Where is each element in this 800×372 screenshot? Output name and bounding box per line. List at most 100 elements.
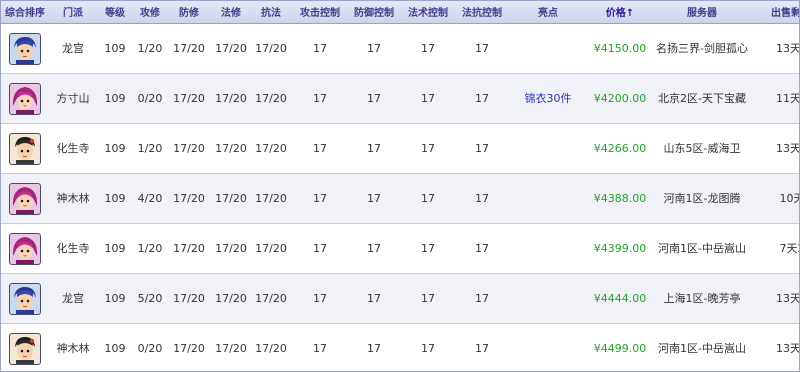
cell-server: 名扬三界-剑胆孤心: [651, 23, 753, 74]
cell-level: 109: [97, 73, 133, 124]
cell-magic-control: 17: [399, 323, 457, 371]
column-header-resist-control[interactable]: 法抗控制: [457, 1, 507, 24]
male-hero-blue-avatar-icon[interactable]: [9, 33, 41, 65]
cell-highlights: [507, 223, 589, 274]
cell-price: ¥4200.00: [589, 73, 651, 124]
cell-resist-control: 17: [457, 273, 507, 324]
cell-remaining-time: 13天10时: [753, 123, 799, 174]
cell-defense-control: 17: [349, 223, 399, 274]
cell-highlights: 锦衣30件: [507, 73, 589, 124]
cell-server: 河南1区-中岳嵩山: [651, 223, 753, 274]
cell-school: 方寸山: [49, 73, 97, 124]
table-row[interactable]: 龙宫 109 1/20 17/20 17/20 17/20 17 17 17 1…: [1, 23, 799, 74]
cell-highlights: [507, 23, 589, 74]
cell-magic-control: 17: [399, 273, 457, 324]
table-row[interactable]: 龙宫 109 5/20 17/20 17/20 17/20 17 17 17 1…: [1, 273, 799, 324]
cell-magic-control: 17: [399, 173, 457, 224]
cell-defense-control: 17: [349, 323, 399, 371]
cell-attack-control: 17: [291, 123, 349, 174]
cell-remaining-time: 13天13时: [753, 273, 799, 324]
cell-attack-control: 17: [291, 23, 349, 74]
column-header-sort[interactable]: 综合排序: [1, 1, 49, 24]
cell-defense-cultivation: 17/20: [167, 123, 211, 174]
column-header-magic-cultivation[interactable]: 法修: [211, 1, 251, 24]
cell-magic-resist: 17/20: [251, 173, 291, 224]
cell-resist-control: 17: [457, 223, 507, 274]
listing-rows: 龙宫 109 1/20 17/20 17/20 17/20 17 17 17 1…: [1, 23, 799, 371]
cell-resist-control: 17: [457, 23, 507, 74]
table-row[interactable]: 化生寺 109 1/20 17/20 17/20 17/20 17 17 17 …: [1, 223, 799, 274]
column-header-remaining-time[interactable]: 出售剩余时间: [753, 1, 799, 24]
cell-magic-control: 17: [399, 73, 457, 124]
cell-level: 109: [97, 23, 133, 74]
cell-magic-resist: 17/20: [251, 323, 291, 371]
cell-magic-control: 17: [399, 223, 457, 274]
cell-resist-control: 17: [457, 123, 507, 174]
cell-magic-control: 17: [399, 23, 457, 74]
cell-magic-cultivation: 17/20: [211, 123, 251, 174]
cell-defense-control: 17: [349, 23, 399, 74]
column-header-defense-cultivation[interactable]: 防修: [167, 1, 211, 24]
cell-attack-control: 17: [291, 173, 349, 224]
cell-magic-cultivation: 17/20: [211, 23, 251, 74]
column-header-attack-cultivation[interactable]: 攻修: [133, 1, 167, 24]
cell-magic-resist: 17/20: [251, 223, 291, 274]
highlight-link[interactable]: 锦衣30件: [525, 92, 572, 105]
cell-attack-control: 17: [291, 73, 349, 124]
cell-resist-control: 17: [457, 173, 507, 224]
column-header-school: 门派: [49, 1, 97, 24]
boy-hero-black-hair-avatar-icon[interactable]: [9, 333, 41, 365]
cell-school: 化生寺: [49, 123, 97, 174]
cell-attack-cultivation: 0/20: [133, 73, 167, 124]
column-header-defense-control[interactable]: 防御控制: [349, 1, 399, 24]
cell-price: ¥4150.00: [589, 23, 651, 74]
cell-magic-resist: 17/20: [251, 123, 291, 174]
cell-defense-cultivation: 17/20: [167, 23, 211, 74]
column-header-highlights: 亮点: [507, 1, 589, 24]
cell-magic-resist: 17/20: [251, 23, 291, 74]
cell-remaining-time: 10天0时: [753, 173, 799, 224]
table-row[interactable]: 方寸山 109 0/20 17/20 17/20 17/20 17 17 17 …: [1, 73, 799, 124]
cell-resist-control: 17: [457, 323, 507, 371]
column-header-price[interactable]: 价格↑: [589, 1, 651, 24]
cell-attack-cultivation: 1/20: [133, 223, 167, 274]
cell-magic-cultivation: 17/20: [211, 73, 251, 124]
cell-defense-cultivation: 17/20: [167, 323, 211, 371]
cell-level: 109: [97, 323, 133, 371]
female-hero-pink-avatar-icon[interactable]: [9, 83, 41, 115]
column-header-magic-control[interactable]: 法术控制: [399, 1, 457, 24]
cell-defense-cultivation: 17/20: [167, 73, 211, 124]
cell-defense-cultivation: 17/20: [167, 223, 211, 274]
cell-school: 龙宫: [49, 273, 97, 324]
table-row[interactable]: 神木林 109 4/20 17/20 17/20 17/20 17 17 17 …: [1, 173, 799, 224]
column-header-magic-resist[interactable]: 抗法: [251, 1, 291, 24]
cell-school: 神木林: [49, 323, 97, 371]
cell-resist-control: 17: [457, 73, 507, 124]
cell-highlights: [507, 123, 589, 174]
listing-table-panel: 综合排序 门派 等级 攻修 防修 法修 抗法 攻击控制 防御控制 法术控制 法抗…: [0, 0, 800, 372]
cell-remaining-time: 7天20时: [753, 223, 799, 274]
column-header-level[interactable]: 等级: [97, 1, 133, 24]
cell-remaining-time: 13天21时: [753, 23, 799, 74]
female-hero-pink-avatar-icon[interactable]: [9, 233, 41, 265]
cell-highlights: [507, 323, 589, 371]
table-row[interactable]: 神木林 109 0/20 17/20 17/20 17/20 17 17 17 …: [1, 323, 799, 371]
cell-attack-cultivation: 5/20: [133, 273, 167, 324]
boy-hero-black-hair-avatar-icon[interactable]: [9, 133, 41, 165]
male-hero-blue-avatar-icon[interactable]: [9, 283, 41, 315]
cell-highlights: [507, 173, 589, 224]
cell-server: 上海1区-晚芳亭: [651, 273, 753, 324]
cell-defense-cultivation: 17/20: [167, 173, 211, 224]
cell-magic-control: 17: [399, 123, 457, 174]
cell-level: 109: [97, 173, 133, 224]
column-header-attack-control[interactable]: 攻击控制: [291, 1, 349, 24]
female-hero-pink-avatar-icon[interactable]: [9, 183, 41, 215]
cell-magic-cultivation: 17/20: [211, 273, 251, 324]
cell-price: ¥4388.00: [589, 173, 651, 224]
table-row[interactable]: 化生寺 109 1/20 17/20 17/20 17/20 17 17 17 …: [1, 123, 799, 174]
cell-magic-cultivation: 17/20: [211, 223, 251, 274]
cell-attack-control: 17: [291, 223, 349, 274]
cell-price: ¥4399.00: [589, 223, 651, 274]
cell-attack-cultivation: 0/20: [133, 323, 167, 371]
cell-attack-control: 17: [291, 323, 349, 371]
